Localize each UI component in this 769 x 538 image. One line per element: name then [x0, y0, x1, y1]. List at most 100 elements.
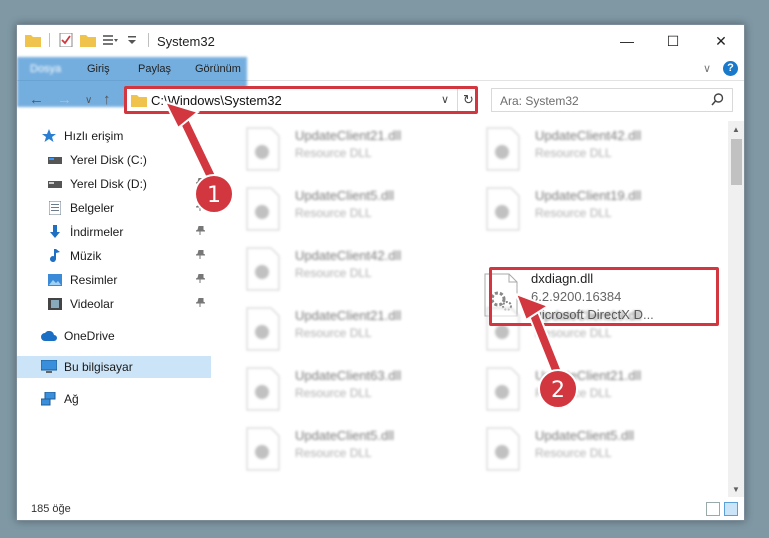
list-item[interactable]: UpdateClient21.dll Resource DLL — [233, 125, 463, 175]
sidebar-item-label: Ağ — [64, 392, 79, 406]
sidebar-item-this-pc[interactable]: Bu bilgisayar — [17, 356, 211, 378]
star-icon — [41, 128, 57, 144]
sidebar-item-label: Bu bilgisayar — [64, 360, 133, 374]
scroll-up-icon[interactable]: ▲ — [732, 125, 740, 134]
properties-icon[interactable] — [58, 33, 74, 47]
sidebar-item-label: Resimler — [70, 273, 118, 287]
file-highlight-box — [489, 267, 719, 326]
tab-share[interactable]: Paylaş — [138, 57, 171, 81]
list-item[interactable]: UpdateClient21.dll Resource DLL — [233, 305, 463, 355]
pin-icon — [195, 273, 206, 286]
dll-file-icon — [486, 367, 520, 411]
address-dropdown-icon[interactable]: ∨ — [441, 93, 449, 106]
sidebar-item-label: OneDrive — [64, 329, 115, 343]
file-name: UpdateClient42.dll — [535, 128, 642, 143]
back-button[interactable]: ← — [29, 91, 44, 108]
list-item[interactable]: UpdateClient5.dll Resource DLL — [233, 425, 463, 475]
scroll-down-icon[interactable]: ▼ — [732, 485, 740, 494]
list-item[interactable]: UpdateClient42.dll Resource DLL — [233, 245, 463, 295]
pictures-icon — [47, 272, 63, 288]
file-name: UpdateClient21.dll — [295, 308, 402, 323]
scrollbar-thumb[interactable] — [731, 139, 742, 185]
up-button[interactable]: ↑ — [103, 91, 111, 108]
file-name: UpdateClient19.dll — [535, 188, 642, 203]
file-name: UpdateClient42.dll — [295, 248, 402, 263]
sidebar-item-label: Yerel Disk (D:) — [70, 177, 147, 191]
navigation-pane: Hızlı erişim Yerel Disk (C:) Yerel Disk … — [17, 121, 211, 497]
title-bar: System32 — ☐ ✕ — [17, 25, 744, 57]
folder-icon — [25, 35, 41, 47]
sidebar-item-label: Yerel Disk (C:) — [70, 153, 147, 167]
search-icon[interactable] — [711, 93, 724, 106]
customize-icon[interactable] — [102, 33, 118, 47]
list-item[interactable]: UpdateClient5.dll Resource DLL — [473, 425, 703, 475]
minimize-button[interactable]: — — [604, 25, 650, 57]
file-type: Resource DLL — [295, 266, 372, 280]
sidebar-item-documents[interactable]: Belgeler — [17, 197, 211, 219]
maximize-button[interactable]: ☐ — [650, 25, 696, 57]
ribbon-right-controls: ∨ ? — [703, 61, 738, 76]
file-type: Resource DLL — [295, 446, 372, 460]
address-bar[interactable]: C:\Windows\System32 ∨ — [124, 88, 478, 112]
new-folder-icon[interactable] — [80, 33, 96, 47]
dll-file-icon — [246, 367, 280, 411]
drive-icon — [47, 176, 63, 192]
file-name: UpdateClient5.dll — [295, 188, 395, 203]
file-type: Resource DLL — [295, 146, 372, 160]
sidebar-item-label: Müzik — [70, 249, 102, 263]
pin-icon — [195, 153, 206, 166]
sidebar-item-network[interactable]: Ağ — [17, 388, 211, 410]
file-type: Resource DLL — [535, 146, 612, 160]
dll-file-icon — [486, 427, 520, 471]
tab-view[interactable]: Görünüm — [195, 57, 241, 81]
sidebar-item-music[interactable]: Müzik — [17, 245, 211, 267]
pin-icon — [195, 297, 206, 310]
cloud-icon — [41, 328, 57, 344]
address-path[interactable]: C:\Windows\System32 — [151, 93, 282, 108]
step-badge-1: 1 — [194, 174, 234, 214]
refresh-button[interactable]: ↻ — [457, 89, 479, 111]
dll-file-icon — [246, 187, 280, 231]
download-icon — [47, 224, 63, 240]
list-item[interactable]: UpdateClient63.dll Resource DLL — [233, 365, 463, 415]
details-view-icon[interactable] — [706, 502, 720, 516]
sidebar-item-onedrive[interactable]: OneDrive — [17, 325, 211, 347]
vertical-scrollbar[interactable]: ▲ ▼ — [728, 121, 744, 497]
file-name: UpdateClient63.dll — [295, 368, 402, 383]
search-input[interactable]: Ara: System32 — [491, 88, 733, 112]
dll-file-icon — [246, 247, 280, 291]
ribbon-expand-icon[interactable]: ∨ — [703, 62, 711, 75]
step-badge-2: 2 — [538, 369, 578, 409]
sidebar-item-label: Videolar — [70, 297, 114, 311]
pin-icon — [195, 249, 206, 262]
file-name: UpdateClient5.dll — [535, 428, 635, 443]
close-button[interactable]: ✕ — [698, 25, 744, 57]
videos-icon — [47, 296, 63, 312]
sidebar-item-downloads[interactable]: İndirmeler — [17, 221, 211, 243]
status-item-count: 185 öğe — [31, 503, 71, 515]
help-icon[interactable]: ? — [723, 61, 738, 76]
sidebar-item-label: Hızlı erişim — [64, 129, 124, 143]
tiles-view-icon[interactable] — [724, 502, 738, 516]
sidebar-item-local-disk-d[interactable]: Yerel Disk (D:) — [17, 173, 211, 195]
sidebar-item-pictures[interactable]: Resimler — [17, 269, 211, 291]
drive-icon — [47, 152, 63, 168]
sidebar-item-local-disk-c[interactable]: Yerel Disk (C:) — [17, 149, 211, 171]
list-item[interactable]: UpdateClient42.dll Resource DLL — [473, 125, 703, 175]
list-item[interactable]: UpdateClient5.dll Resource DLL — [233, 185, 463, 235]
tab-home[interactable]: Giriş — [87, 57, 110, 81]
network-icon — [41, 391, 57, 407]
documents-icon — [47, 200, 63, 216]
list-item[interactable]: UpdateClient21.dll Resource DLL — [473, 365, 703, 415]
file-type: Resource DLL — [295, 386, 372, 400]
list-item[interactable]: UpdateClient19.dll Resource DLL — [473, 185, 703, 235]
sidebar-item-videos[interactable]: Videolar — [17, 293, 211, 315]
qat-dropdown-icon[interactable] — [124, 33, 140, 47]
computer-icon — [41, 359, 57, 375]
explorer-window: System32 — ☐ ✕ Dosya Giriş Paylaş Görünü… — [16, 24, 745, 521]
dll-file-icon — [486, 127, 520, 171]
sidebar-item-quick-access[interactable]: Hızlı erişim — [17, 125, 211, 147]
sidebar-item-label: Belgeler — [70, 201, 115, 215]
forward-button[interactable]: → — [57, 91, 72, 108]
recent-locations-button[interactable]: ∨ — [85, 95, 92, 106]
